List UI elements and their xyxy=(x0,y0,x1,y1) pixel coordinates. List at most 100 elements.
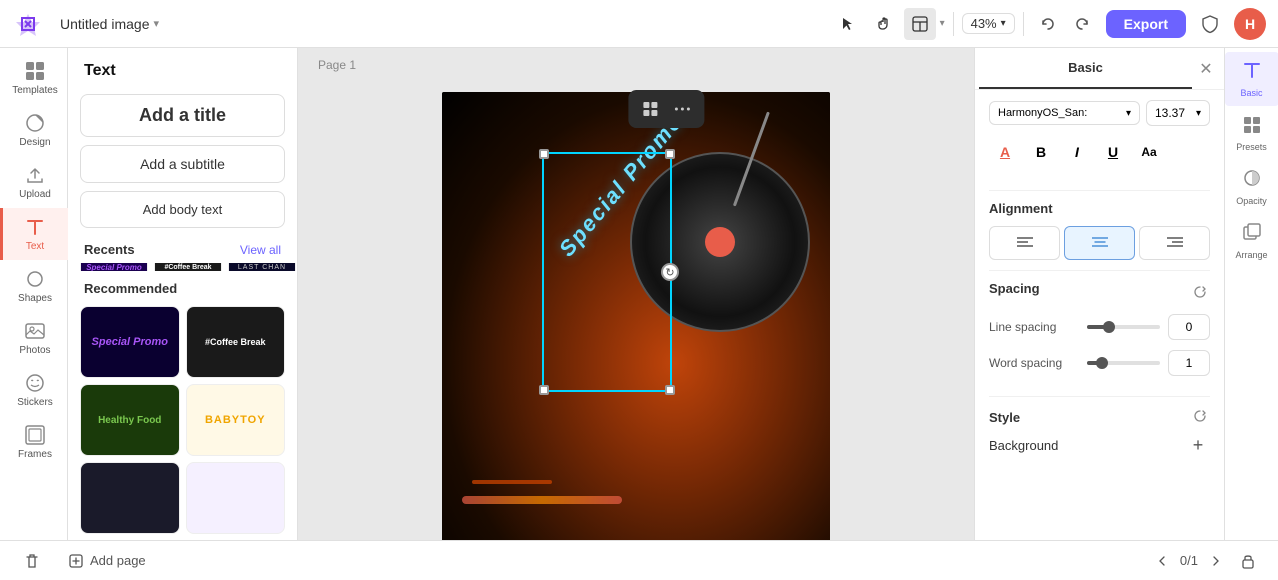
sidebar-item-frames-label: Frames xyxy=(18,449,52,460)
right-icon-basic-label: Basic xyxy=(1240,88,1262,98)
alignment-section: Alignment xyxy=(975,191,1224,270)
right-icon-presets[interactable]: Presets xyxy=(1225,106,1278,160)
opacity-icon xyxy=(1242,168,1262,193)
document-title[interactable]: Untitled image ▾ xyxy=(60,16,159,32)
next-page-button[interactable] xyxy=(1204,549,1228,573)
sidebar-item-templates[interactable]: Templates xyxy=(0,52,68,104)
text-selection-box: ↻ xyxy=(542,152,672,392)
tab-basic[interactable]: Basic xyxy=(979,48,1192,89)
lock-button[interactable] xyxy=(1234,547,1262,575)
font-size-chevron-icon: ▾ xyxy=(1196,108,1201,119)
font-family-select[interactable]: HarmonyOS_San: ▾ xyxy=(989,101,1140,125)
prev-page-button[interactable] xyxy=(1150,549,1174,573)
bottom-bar: Add page 0/1 xyxy=(0,540,1278,580)
handle-bottom-left[interactable] xyxy=(539,385,549,395)
app-logo[interactable] xyxy=(12,8,44,40)
align-right-button[interactable] xyxy=(1139,226,1210,260)
canvas-area: Page 1 xyxy=(298,48,974,540)
topbar-center: Untitled image ▾ xyxy=(60,16,824,32)
handle-top-right[interactable] xyxy=(665,149,675,159)
export-button[interactable]: Export xyxy=(1106,10,1186,38)
add-subtitle-button[interactable]: Add a subtitle xyxy=(80,145,285,183)
format-case-button[interactable]: Aa xyxy=(1133,136,1165,168)
right-icons-panel: Basic Presets Opacity xyxy=(1224,48,1278,540)
rec-item-0[interactable]: Special Promo xyxy=(80,306,180,378)
format-italic-button[interactable]: I xyxy=(1061,136,1093,168)
sidebar-item-upload[interactable]: Upload xyxy=(0,156,68,208)
format-row: A B I U Aa xyxy=(989,136,1210,168)
sidebar-item-photos-label: Photos xyxy=(19,345,50,356)
add-body-button[interactable]: Add body text xyxy=(80,191,285,228)
word-spacing-value[interactable]: 1 xyxy=(1168,350,1210,376)
shield-icon[interactable] xyxy=(1194,8,1226,40)
rotate-handle[interactable]: ↻ xyxy=(661,263,679,281)
view-all-link[interactable]: View all xyxy=(240,243,281,257)
rec-item-5[interactable] xyxy=(186,462,286,534)
right-icon-opacity[interactable]: Opacity xyxy=(1225,160,1278,214)
recents-row: Special Promo #Coffee Break LAST CHAN › xyxy=(68,263,297,271)
sidebar-item-text[interactable]: Text xyxy=(0,208,68,260)
recommended-section-header: Recommended xyxy=(68,271,297,302)
text-panel: Text Add a title Add a subtitle Add body… xyxy=(68,48,298,540)
line-spacing-slider[interactable] xyxy=(1087,325,1160,329)
page-navigation: 0/1 xyxy=(1150,547,1262,575)
panel-close-button[interactable]: ✕ xyxy=(1192,55,1220,83)
text-format-icon xyxy=(1242,60,1262,85)
more-options-button[interactable] xyxy=(668,95,696,123)
add-background-button[interactable]: + xyxy=(1186,433,1210,457)
pointer-tool-button[interactable] xyxy=(832,8,864,40)
sidebar-item-frames[interactable]: Frames xyxy=(0,416,68,468)
add-page-button[interactable]: Add page xyxy=(60,549,154,573)
page-label: Page 1 xyxy=(318,58,356,72)
word-spacing-slider[interactable] xyxy=(1087,361,1160,365)
sidebar-item-stickers[interactable]: Stickers xyxy=(0,364,68,416)
sidebar-item-photos[interactable]: Photos xyxy=(0,312,68,364)
spacing-header: Spacing xyxy=(989,281,1210,306)
right-icon-basic[interactable]: Basic xyxy=(1225,52,1278,106)
rec-item-1[interactable]: #Coffee Break xyxy=(186,306,286,378)
arrange-icon xyxy=(1242,222,1262,247)
sidebar-item-design[interactable]: Design xyxy=(0,104,68,156)
format-color-button[interactable]: A xyxy=(989,136,1021,168)
undo-redo-group xyxy=(1032,8,1098,40)
sidebar-icons: Templates Design Upload Text xyxy=(0,48,68,540)
recents-section-header: Recents View all xyxy=(68,232,297,263)
zoom-value: 43% xyxy=(971,16,997,31)
right-icon-arrange[interactable]: Arrange xyxy=(1225,214,1278,268)
page-count: 0/1 xyxy=(1180,553,1198,568)
line-spacing-value[interactable]: 0 xyxy=(1168,314,1210,340)
rec-item-2[interactable]: Healthy Food xyxy=(80,384,180,456)
delete-button[interactable] xyxy=(16,549,48,573)
recent-item-1[interactable]: #Coffee Break xyxy=(154,263,222,271)
font-family-value: HarmonyOS_San: xyxy=(998,107,1087,119)
separator xyxy=(953,12,954,36)
add-title-button[interactable]: Add a title xyxy=(80,94,285,137)
rec-item-3[interactable]: BABYTOY xyxy=(186,384,286,456)
handle-bottom-right[interactable] xyxy=(665,385,675,395)
format-bold-button[interactable]: B xyxy=(1025,136,1057,168)
font-size-input[interactable]: 13.37 ▾ xyxy=(1146,100,1210,126)
align-center-button[interactable] xyxy=(1064,226,1135,260)
style-reset-button[interactable] xyxy=(1190,407,1210,427)
redo-button[interactable] xyxy=(1066,8,1098,40)
handle-top-left[interactable] xyxy=(539,149,549,159)
format-underline-button[interactable]: U xyxy=(1097,136,1129,168)
sidebar-item-templates-label: Templates xyxy=(12,85,58,96)
zoom-control[interactable]: 43% ▾ xyxy=(962,13,1015,34)
grid-tool-button[interactable] xyxy=(636,95,664,123)
spacing-reset-button[interactable] xyxy=(1190,284,1210,304)
undo-button[interactable] xyxy=(1032,8,1064,40)
layout-tool-button[interactable] xyxy=(904,8,936,40)
align-left-button[interactable] xyxy=(989,226,1060,260)
recommended-grid: Special Promo #Coffee Break Healthy Food… xyxy=(68,302,297,540)
recent-item-0[interactable]: Special Promo xyxy=(80,263,148,271)
rec-item-4[interactable] xyxy=(80,462,180,534)
main-area: Templates Design Upload Text xyxy=(0,48,1278,540)
recents-label: Recents xyxy=(84,242,135,257)
recent-item-2[interactable]: LAST CHAN xyxy=(228,263,296,271)
floating-toolbar xyxy=(628,90,704,128)
hand-tool-button[interactable] xyxy=(868,8,900,40)
user-avatar[interactable]: H xyxy=(1234,8,1266,40)
sidebar-item-shapes[interactable]: Shapes xyxy=(0,260,68,312)
right-icon-presets-label: Presets xyxy=(1236,142,1267,152)
